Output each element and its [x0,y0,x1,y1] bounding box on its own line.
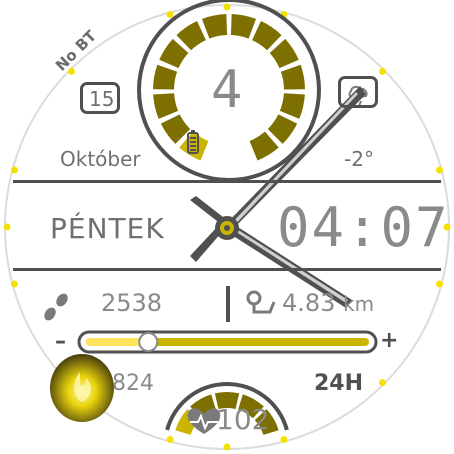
steps-ring-segment [160,114,191,144]
distance-number: 4.83 [282,289,336,317]
steps-count: 2538 [101,289,163,317]
steps-ring-value: 4 [211,60,243,120]
bezel-dot [10,166,18,174]
separator-bottom [13,268,441,271]
footsteps-icon [44,293,68,321]
bezel-dot [280,436,288,444]
distance-value: 4.83 km [282,289,374,317]
steps-ring-segment [280,64,305,90]
bezel-dot [223,443,231,451]
watch-face: No BT 15 4 Október -2° PÉNTEK 04:07 2538… [0,0,454,454]
divider [226,286,230,322]
day-box: 15 [80,82,120,114]
slider-minus[interactable]: – [55,329,66,354]
steps-ring-segment [176,21,206,51]
day-number: 15 [89,87,115,111]
distance-unit: km [343,292,375,316]
slider-plus[interactable]: + [380,328,398,353]
month-label: Október [60,147,141,171]
steps-ring-segment [279,93,305,119]
bezel-dot [10,280,18,288]
separator-top [13,180,441,183]
steps-ring-segment [252,21,282,51]
bezel-dot [223,3,231,11]
steps-ring-segment [153,64,178,90]
slider[interactable] [77,330,378,354]
bezel-dot [3,223,11,231]
heart-rate-value: 102 [216,403,270,436]
bezel-dot [436,166,444,174]
route-icon [246,290,276,314]
slider-knob[interactable] [138,332,159,352]
weekday-label: PÉNTEK [50,212,165,245]
time-format: 24H [314,371,364,396]
calories-value: 824 [112,371,154,396]
temperature: -2° [344,147,374,171]
steps-ring-segment [230,14,257,39]
steps-ring-segment [201,14,228,39]
steps-ring-segment [267,114,298,144]
calories-flame-icon [50,354,114,422]
steps-ring-segment [269,38,299,69]
steps-ring-segment [249,131,279,161]
bezel-dot [379,67,387,75]
steps-ring-segment [159,38,189,69]
bezel-dot [166,436,174,444]
bezel-dot [379,379,387,387]
weather-box [338,76,378,108]
digital-time: 04:07 [277,196,450,259]
bezel-dot [166,10,174,18]
steps-ring-segment [153,93,179,119]
bezel-dot [436,280,444,288]
